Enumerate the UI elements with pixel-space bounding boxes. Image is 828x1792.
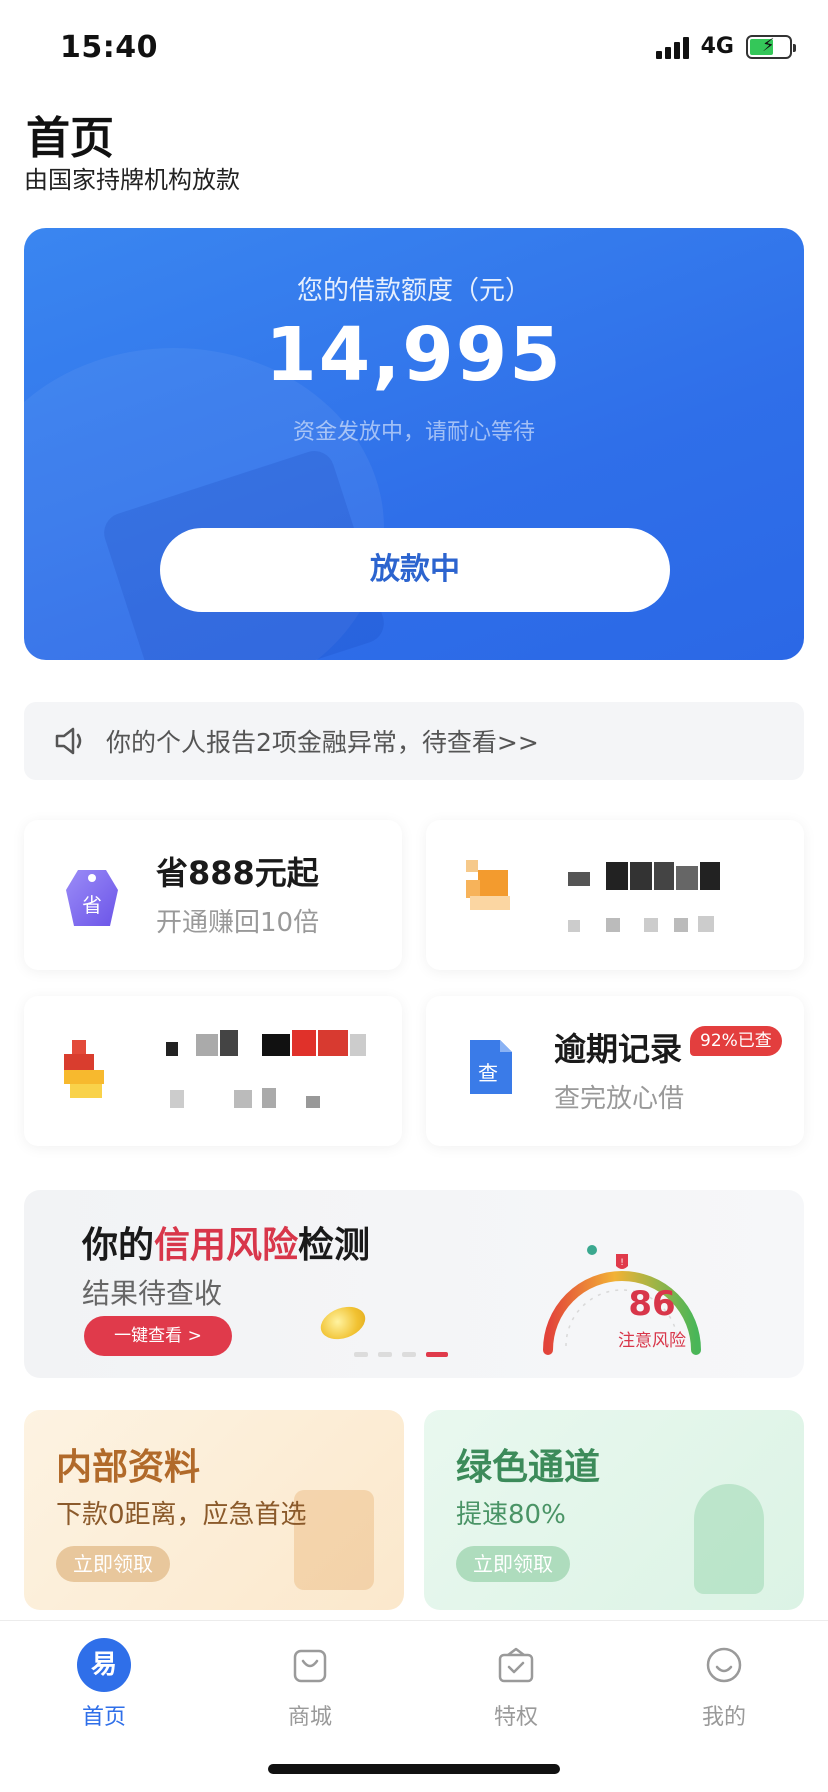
coin-icon: [316, 1301, 370, 1345]
svg-text:查: 查: [478, 1061, 498, 1085]
one-click-check-button[interactable]: 一键查看 >: [84, 1316, 232, 1356]
carousel-dots: [354, 1352, 448, 1357]
green-channel-card[interactable]: 绿色通道 提速80% 立即领取: [424, 1410, 804, 1610]
shopping-bag-icon: [293, 1649, 327, 1683]
disbursement-status: 资金发放中，请耐心等待: [292, 420, 535, 445]
tab-mine[interactable]: 我的: [664, 1639, 784, 1731]
notice-text: 你的个人报告2项金融异常，待查看>>: [106, 728, 539, 757]
svg-text:!: !: [620, 1258, 624, 1268]
credit-limit-amount: 14,995: [265, 312, 563, 398]
status-bar: 15:40 4G ⚡: [0, 0, 828, 100]
save-tile-subtitle: 开通赚回10倍: [156, 908, 320, 938]
internal-info-title: 内部资料: [56, 1447, 201, 1488]
pixelated-icon: [64, 1040, 114, 1104]
status-indicators: 4G ⚡: [655, 34, 796, 59]
internal-info-card[interactable]: 内部资料 下款0距离，应急首选 立即领取: [24, 1410, 404, 1610]
overdue-tile-title: 逾期记录: [554, 1030, 683, 1068]
page-title: 首页: [26, 113, 114, 164]
internal-info-subtitle: 下款0距离，应急首选: [56, 1500, 307, 1530]
risk-score-label: 注意风险: [618, 1331, 686, 1351]
tab-home[interactable]: 易 首页: [44, 1638, 164, 1731]
green-channel-title: 绿色通道: [456, 1447, 601, 1488]
price-tag-icon: 省: [66, 870, 118, 926]
notice-bar[interactable]: 你的个人报告2项金融异常，待查看>>: [24, 702, 804, 780]
risk-score: 86: [628, 1284, 676, 1324]
bottom-tab-bar: 易 首页 商城 特权 我的: [0, 1620, 828, 1740]
save-money-tile[interactable]: 省 省888元起 开通赚回10倍: [24, 820, 402, 970]
pixelated-icon: [466, 860, 516, 920]
tab-mall[interactable]: 商城: [250, 1639, 370, 1731]
save-tile-title: 省888元起: [156, 854, 319, 892]
green-claim-button[interactable]: 立即领取: [456, 1546, 570, 1582]
blurred-tile-2[interactable]: [24, 996, 402, 1146]
signal-icon: [655, 35, 689, 59]
loan-card: 您的借款额度（元） 14,995 资金发放中，请耐心等待 放款中: [24, 228, 804, 660]
risk-banner-subtitle: 结果待查收: [82, 1277, 223, 1310]
pixelated-text: [166, 1030, 376, 1120]
internal-claim-button[interactable]: 立即领取: [56, 1546, 170, 1582]
tab-privilege-label: 特权: [493, 1705, 538, 1730]
rocket-decoration-icon: [694, 1484, 764, 1594]
overdue-record-tile[interactable]: 查 逾期记录 92%已查 查完放心借: [426, 996, 804, 1146]
overdue-tile-subtitle: 查完放心借: [554, 1084, 685, 1114]
home-logo-icon: 易: [77, 1638, 131, 1692]
svg-text:省: 省: [82, 893, 102, 917]
risk-banner-title: 你的信用风险检测: [82, 1225, 371, 1266]
network-type: 4G: [700, 34, 734, 59]
green-channel-subtitle: 提速80%: [456, 1500, 566, 1530]
pixelated-text: [568, 862, 738, 942]
overdue-badge: 92%已查: [690, 1026, 782, 1056]
blurred-tile-1[interactable]: [426, 820, 804, 970]
tab-mall-label: 商城: [287, 1705, 332, 1730]
profile-smile-icon: [706, 1647, 742, 1683]
status-time: 15:40: [60, 30, 158, 65]
privilege-icon: [498, 1647, 534, 1683]
home-indicator[interactable]: [268, 1764, 560, 1774]
credit-limit-label: 您的借款额度（元）: [296, 276, 531, 306]
tab-privilege[interactable]: 特权: [456, 1639, 576, 1731]
disbursing-button[interactable]: 放款中: [160, 528, 670, 612]
credit-risk-banner[interactable]: 你的信用风险检测 结果待查收 一键查看 > ! 86 注意风险: [24, 1190, 804, 1378]
tab-home-label: 首页: [81, 1705, 126, 1730]
tab-mine-label: 我的: [701, 1705, 746, 1730]
page-subtitle: 由国家持牌机构放款: [24, 166, 240, 194]
battery-icon: ⚡: [746, 34, 796, 59]
document-icon: 查: [470, 1040, 512, 1094]
speaker-icon: [55, 727, 82, 755]
